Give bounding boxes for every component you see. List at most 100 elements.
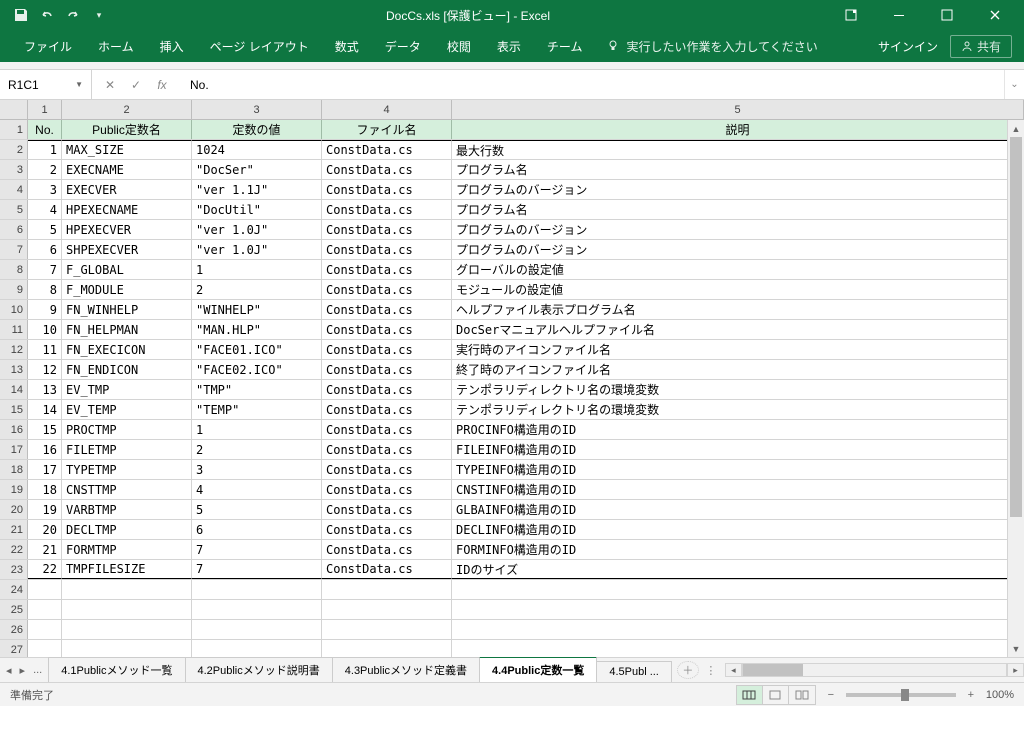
header-cell[interactable]: 定数の値 [192, 120, 322, 139]
header-cell[interactable]: 説明 [452, 120, 1024, 139]
cell[interactable]: TMPFILESIZE [62, 560, 192, 579]
row-header[interactable]: 5 [0, 200, 28, 219]
tab-file[interactable]: ファイル [12, 32, 84, 61]
cell[interactable]: 10 [28, 320, 62, 339]
column-header[interactable]: 5 [452, 100, 1024, 119]
row-header[interactable]: 8 [0, 260, 28, 279]
row-header[interactable]: 11 [0, 320, 28, 339]
cell[interactable]: VARBTMP [62, 500, 192, 519]
cell[interactable]: 17 [28, 460, 62, 479]
row-header[interactable]: 10 [0, 300, 28, 319]
cell[interactable]: "DocSer" [192, 160, 322, 179]
formula-input[interactable]: No. [180, 70, 1004, 99]
cell[interactable]: プログラムのバージョン [452, 180, 1024, 199]
row-header[interactable]: 14 [0, 380, 28, 399]
cell[interactable]: "FACE02.ICO" [192, 360, 322, 379]
cell[interactable]: 9 [28, 300, 62, 319]
cell[interactable] [28, 600, 62, 619]
cell[interactable]: DECLTMP [62, 520, 192, 539]
cell[interactable]: SHPEXECVER [62, 240, 192, 259]
cell[interactable]: プログラムのバージョン [452, 220, 1024, 239]
cell[interactable]: "ver 1.0J" [192, 240, 322, 259]
cell[interactable]: "FACE01.ICO" [192, 340, 322, 359]
row-header[interactable]: 16 [0, 420, 28, 439]
redo-icon[interactable] [64, 6, 82, 24]
cell[interactable]: 20 [28, 520, 62, 539]
cell[interactable]: 19 [28, 500, 62, 519]
cell[interactable] [62, 640, 192, 657]
cell[interactable]: 8 [28, 280, 62, 299]
cell[interactable] [62, 600, 192, 619]
tab-home[interactable]: ホーム [86, 32, 146, 61]
cell[interactable]: "WINHELP" [192, 300, 322, 319]
hscroll-right-icon[interactable]: ▸ [1007, 663, 1024, 677]
tab-page-layout[interactable]: ページ レイアウト [198, 32, 321, 61]
cell[interactable]: 2 [28, 160, 62, 179]
cell[interactable]: FORMINFO構造用のID [452, 540, 1024, 559]
sheet-tab[interactable]: 4.1Publicメソッド一覧 [48, 657, 185, 682]
cell[interactable]: 22 [28, 560, 62, 579]
row-header[interactable]: 19 [0, 480, 28, 499]
cell[interactable]: ConstData.cs [322, 340, 452, 359]
cell[interactable]: ConstData.cs [322, 420, 452, 439]
row-header[interactable]: 12 [0, 340, 28, 359]
cell[interactable]: CNSTTMP [62, 480, 192, 499]
sign-in-link[interactable]: サインイン [878, 38, 938, 55]
share-button[interactable]: 共有 [950, 35, 1012, 58]
tab-scroll-right-icon[interactable]: ▸ [20, 664, 26, 677]
row-header[interactable]: 18 [0, 460, 28, 479]
name-box-dropdown-icon[interactable]: ▼ [75, 80, 83, 89]
zoom-out-button[interactable]: − [824, 689, 838, 701]
sheet-tab[interactable]: 4.5Publ ... [596, 661, 672, 682]
zoom-in-button[interactable]: + [964, 689, 978, 701]
zoom-level[interactable]: 100% [986, 689, 1014, 701]
cell[interactable]: 1 [28, 140, 62, 159]
cell[interactable]: テンポラリディレクトリ名の環境変数 [452, 400, 1024, 419]
tab-view[interactable]: 表示 [485, 32, 533, 61]
cell[interactable]: 終了時のアイコンファイル名 [452, 360, 1024, 379]
cell[interactable] [322, 580, 452, 599]
cell[interactable] [452, 620, 1024, 639]
close-button[interactable] [972, 1, 1018, 29]
cell[interactable] [28, 620, 62, 639]
cell[interactable]: グローバルの設定値 [452, 260, 1024, 279]
cell[interactable] [62, 580, 192, 599]
cell[interactable]: ConstData.cs [322, 280, 452, 299]
cell[interactable]: EV_TEMP [62, 400, 192, 419]
tell-me-search[interactable]: 実行したい作業を入力してください [606, 38, 817, 55]
cell[interactable] [62, 620, 192, 639]
cell[interactable]: ConstData.cs [322, 380, 452, 399]
cell[interactable]: 18 [28, 480, 62, 499]
row-header[interactable]: 24 [0, 580, 28, 599]
cell[interactable] [192, 600, 322, 619]
scroll-up-icon[interactable]: ▲ [1008, 120, 1024, 137]
cell[interactable]: PROCINFO構造用のID [452, 420, 1024, 439]
cell[interactable]: 3 [28, 180, 62, 199]
cell[interactable]: ヘルプファイル表示プログラム名 [452, 300, 1024, 319]
cell[interactable]: FN_WINHELP [62, 300, 192, 319]
tab-review[interactable]: 校閲 [435, 32, 483, 61]
cell[interactable]: ConstData.cs [322, 480, 452, 499]
cell[interactable]: TYPETMP [62, 460, 192, 479]
cell[interactable]: ConstData.cs [322, 200, 452, 219]
header-cell[interactable]: Public定数名 [62, 120, 192, 139]
cell[interactable]: 12 [28, 360, 62, 379]
cell[interactable]: ConstData.cs [322, 520, 452, 539]
cell[interactable]: 15 [28, 420, 62, 439]
tab-more-label[interactable]: ... [33, 664, 42, 676]
undo-icon[interactable] [38, 6, 56, 24]
column-header[interactable]: 4 [322, 100, 452, 119]
cell[interactable]: CNSTINFO構造用のID [452, 480, 1024, 499]
row-header[interactable]: 25 [0, 600, 28, 619]
cell[interactable]: 7 [28, 260, 62, 279]
cell[interactable]: IDのサイズ [452, 560, 1024, 579]
cell[interactable]: "TEMP" [192, 400, 322, 419]
row-header[interactable]: 22 [0, 540, 28, 559]
normal-view-icon[interactable] [737, 686, 763, 704]
cell[interactable]: 6 [28, 240, 62, 259]
tab-insert[interactable]: 挿入 [148, 32, 196, 61]
hscroll-thumb[interactable] [743, 664, 803, 676]
cell[interactable]: 14 [28, 400, 62, 419]
cell[interactable]: ConstData.cs [322, 240, 452, 259]
zoom-slider[interactable] [846, 693, 956, 697]
